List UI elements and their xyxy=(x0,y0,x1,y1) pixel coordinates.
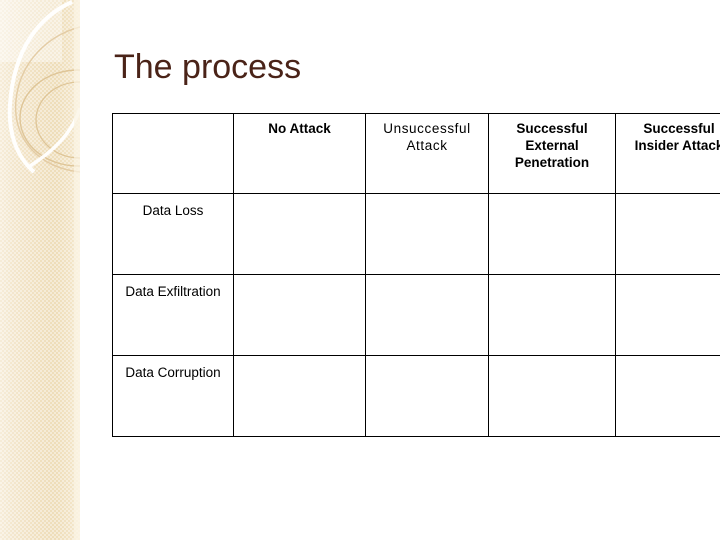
cell-data-loss-successful-external-penetration[interactable] xyxy=(488,193,616,275)
cell-data-exfiltration-no-attack[interactable] xyxy=(233,274,366,356)
slide-canvas: The process No Attack Unsuccessful Attac… xyxy=(0,0,720,540)
cell-data-exfiltration-unsuccessful-attack[interactable] xyxy=(365,274,489,356)
row-header-data-exfiltration[interactable]: Data Exfiltration xyxy=(112,274,234,356)
column-header-successful-external-penetration[interactable]: Successful External Penetration xyxy=(488,113,616,194)
decorative-sidebar-band xyxy=(0,0,80,540)
column-header-successful-insider-attack[interactable]: Successful Insider Attack xyxy=(615,113,720,194)
table-row: Data Corruption xyxy=(112,355,720,437)
column-header-unsuccessful-attack[interactable]: Unsuccessful Attack xyxy=(365,113,489,194)
cell-data-loss-successful-insider-attack[interactable] xyxy=(615,193,720,275)
row-header-data-corruption[interactable]: Data Corruption xyxy=(112,355,234,437)
cell-data-corruption-successful-external-penetration[interactable] xyxy=(488,355,616,437)
table-header-row: No Attack Unsuccessful Attack Successful… xyxy=(112,113,720,194)
cell-data-exfiltration-successful-external-penetration[interactable] xyxy=(488,274,616,356)
sidebar-arc-decoration xyxy=(7,0,80,540)
table-row: Data Exfiltration xyxy=(112,274,720,356)
column-header-no-attack[interactable]: No Attack xyxy=(233,113,366,194)
row-header-data-loss[interactable]: Data Loss xyxy=(112,193,234,275)
table-corner-cell[interactable] xyxy=(112,113,234,194)
cell-data-loss-unsuccessful-attack[interactable] xyxy=(365,193,489,275)
page-title: The process xyxy=(114,48,302,86)
cell-data-exfiltration-successful-insider-attack[interactable] xyxy=(615,274,720,356)
process-matrix-table: No Attack Unsuccessful Attack Successful… xyxy=(112,113,720,437)
cell-data-loss-no-attack[interactable] xyxy=(233,193,366,275)
cell-data-corruption-unsuccessful-attack[interactable] xyxy=(365,355,489,437)
table-row: Data Loss xyxy=(112,193,720,275)
cell-data-corruption-successful-insider-attack[interactable] xyxy=(615,355,720,437)
cell-data-corruption-no-attack[interactable] xyxy=(233,355,366,437)
